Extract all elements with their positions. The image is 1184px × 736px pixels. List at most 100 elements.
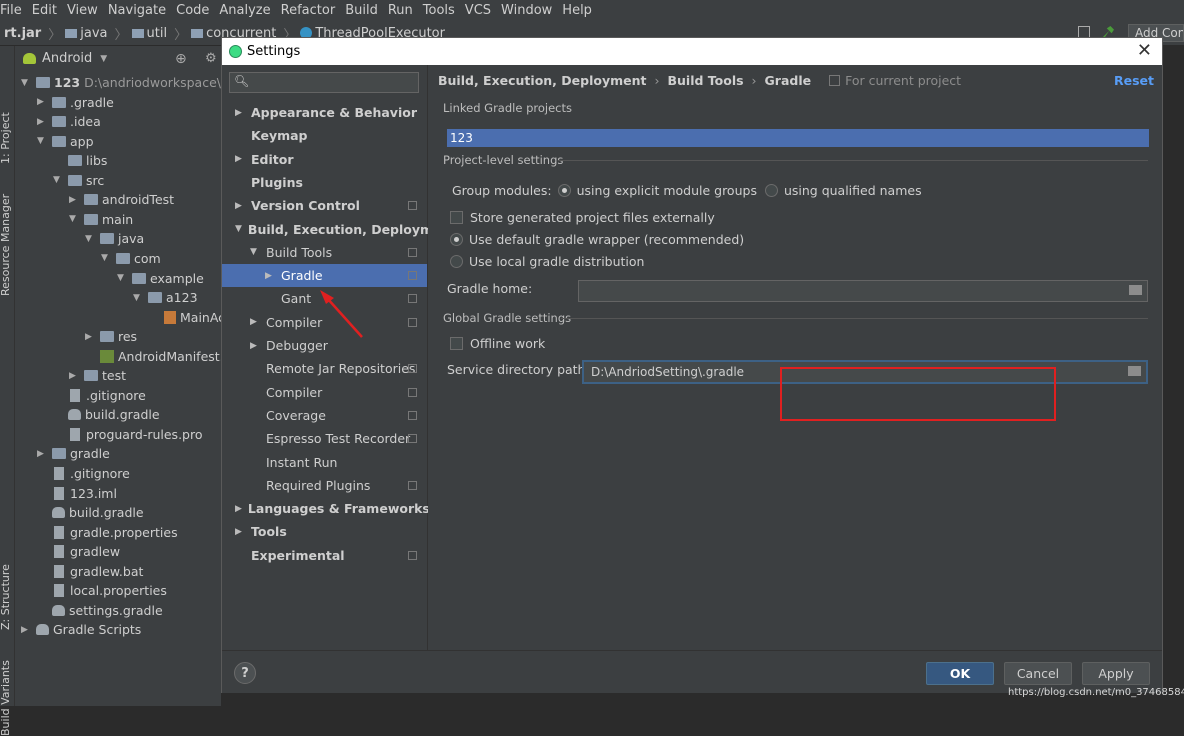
linked-project-item[interactable]: 123 — [447, 129, 1149, 147]
chevron-right-icon[interactable]: ▶ — [37, 117, 47, 127]
menu-item[interactable]: Help — [557, 3, 597, 18]
tree-item[interactable]: ▼ com — [101, 249, 161, 268]
chevron-right-icon[interactable]: ▶ — [37, 97, 47, 107]
settings-nav-item[interactable]: Gant — [222, 287, 427, 310]
chevron-right-icon[interactable]: ▶ — [235, 527, 245, 537]
store-externally-checkbox[interactable] — [450, 211, 463, 224]
tree-item[interactable]: 123.iml — [37, 484, 117, 503]
chevron-right-icon[interactable]: ▶ — [85, 332, 95, 342]
chevron-down-icon[interactable]: ▼ — [37, 136, 47, 146]
settings-nav-item[interactable]: ▼ Build, Execution, Deployment — [222, 218, 456, 241]
chevron-right-icon[interactable]: ▶ — [235, 504, 242, 514]
chevron-down-icon[interactable]: ▼ — [117, 273, 127, 283]
ok-button[interactable]: OK — [926, 662, 994, 685]
settings-nav-item[interactable]: Keymap — [222, 124, 427, 147]
radio-explicit-module-groups[interactable] — [557, 184, 571, 197]
tree-item[interactable]: proguard-rules.pro — [53, 425, 203, 444]
gradle-home-field[interactable] — [578, 280, 1148, 302]
close-icon[interactable]: ✕ — [1137, 41, 1152, 61]
cancel-button[interactable]: Cancel — [1004, 662, 1072, 685]
menu-item[interactable]: Analyze — [214, 3, 275, 18]
settings-nav-item[interactable]: Experimental — [222, 544, 427, 567]
tree-item[interactable]: ▶ test — [69, 366, 126, 385]
gear-icon[interactable]: ⚙ — [205, 51, 217, 66]
chevron-down-icon[interactable]: ▼ — [85, 234, 95, 244]
chevron-right-icon[interactable]: ▶ — [250, 317, 260, 327]
tree-item[interactable]: .gitignore — [37, 464, 130, 483]
menu-item[interactable]: Code — [171, 3, 214, 18]
settings-nav-item[interactable]: Remote Jar Repositories — [222, 357, 427, 380]
apply-button[interactable]: Apply — [1082, 662, 1150, 685]
nav-crumb[interactable]: util 〉 — [131, 24, 187, 43]
chevron-right-icon[interactable]: ▶ — [69, 371, 79, 381]
settings-nav-item[interactable]: ▶ Gradle — [222, 264, 427, 288]
tree-item[interactable]: settings.gradle — [37, 601, 163, 620]
tree-item[interactable]: gradlew.bat — [37, 562, 143, 581]
tree-item[interactable]: AndroidManifest.xml — [85, 347, 221, 366]
tree-item[interactable]: ▶ Gradle Scripts — [21, 620, 141, 639]
menu-item[interactable]: Refactor — [276, 3, 341, 18]
settings-search-input[interactable]: 🔍︎ — [229, 72, 419, 93]
chevron-right-icon[interactable]: ▶ — [250, 341, 260, 351]
settings-nav-item[interactable]: ▶ Appearance & Behavior — [222, 101, 427, 124]
tree-item[interactable]: ▼ example — [117, 269, 204, 288]
chevron-down-icon[interactable]: ▼ — [101, 253, 111, 263]
tree-item[interactable]: local.properties — [37, 581, 167, 600]
tree-item[interactable]: ▼ src — [53, 171, 104, 190]
tree-item[interactable]: gradle.properties — [37, 523, 178, 542]
menu-item[interactable]: Tools — [418, 3, 460, 18]
tree-item[interactable]: gradlew — [37, 542, 120, 561]
tree-item[interactable]: ▶ gradle — [37, 444, 110, 463]
tree-item[interactable]: ▼ a123 — [133, 288, 198, 307]
chevron-right-icon[interactable]: ▶ — [235, 154, 245, 164]
tree-item[interactable]: .gitignore — [53, 386, 146, 405]
settings-nav-item[interactable]: Compiler — [222, 381, 427, 404]
chevron-right-icon[interactable]: ▶ — [37, 449, 47, 459]
offline-work-option[interactable]: Offline work — [450, 336, 545, 351]
reset-link[interactable]: Reset — [1114, 73, 1154, 88]
chevron-down-icon[interactable]: ▼ — [133, 293, 143, 303]
tree-item[interactable]: ▶ .idea — [37, 112, 101, 131]
tree-item[interactable]: ▼ main — [69, 210, 133, 229]
project-view-selector[interactable]: Android — [42, 51, 92, 66]
nav-crumb[interactable]: rt.jar 〉 — [4, 24, 61, 43]
menu-item[interactable]: VCS — [460, 3, 496, 18]
chevron-down-icon[interactable]: ▼ — [250, 247, 260, 257]
settings-nav-item[interactable]: ▶ Compiler — [222, 311, 427, 334]
tree-item[interactable]: ▶ .gradle — [37, 93, 114, 112]
settings-nav-item[interactable]: Required Plugins — [222, 474, 427, 497]
folder-browse-icon[interactable] — [1128, 366, 1141, 376]
tree-item[interactable]: build.gradle — [53, 405, 160, 424]
menu-item[interactable]: File — [0, 3, 27, 18]
resource-manager-tab[interactable]: Resource Manager — [0, 194, 12, 296]
settings-nav-item[interactable]: Espresso Test Recorder — [222, 427, 427, 450]
folder-browse-icon[interactable] — [1129, 285, 1142, 295]
settings-nav-item[interactable]: Plugins — [222, 171, 427, 194]
structure-tab[interactable]: Z: Structure — [0, 564, 12, 630]
local-distribution-radio[interactable] — [450, 255, 463, 268]
target-icon[interactable]: ⊕ — [175, 51, 187, 67]
help-button[interactable]: ? — [234, 662, 256, 684]
tree-item[interactable]: MainActivity — [149, 308, 221, 327]
chevron-down-icon[interactable]: ▼ — [69, 214, 79, 224]
chevron-right-icon[interactable]: ▶ — [265, 271, 275, 281]
chevron-right-icon[interactable]: ▶ — [69, 195, 79, 205]
tree-item[interactable]: ▼ java — [85, 229, 144, 248]
store-externally-option[interactable]: Store generated project files externally — [450, 210, 715, 225]
default-wrapper-radio[interactable] — [450, 233, 463, 246]
settings-nav-item[interactable]: Instant Run — [222, 451, 427, 474]
menu-item[interactable]: Run — [383, 3, 418, 18]
menu-item[interactable]: Window — [496, 3, 557, 18]
tree-item[interactable]: ▼ 123D:\andriodworkspace\123 — [21, 73, 221, 92]
radio-qualified-names[interactable] — [764, 184, 778, 197]
local-distribution-option[interactable]: Use local gradle distribution — [450, 254, 644, 269]
nav-crumb[interactable]: java 〉 — [65, 24, 128, 43]
menu-item[interactable]: Build — [340, 3, 383, 18]
tree-item[interactable]: build.gradle — [37, 503, 144, 522]
chevron-down-icon[interactable]: ▼ — [235, 224, 242, 234]
project-tool-tab[interactable]: 1: Project — [0, 112, 12, 164]
settings-nav-item[interactable]: ▶ Editor — [222, 148, 427, 171]
default-wrapper-option[interactable]: Use default gradle wrapper (recommended) — [450, 232, 744, 247]
offline-work-checkbox[interactable] — [450, 337, 463, 350]
settings-nav-item[interactable]: ▶ Tools — [222, 520, 427, 543]
